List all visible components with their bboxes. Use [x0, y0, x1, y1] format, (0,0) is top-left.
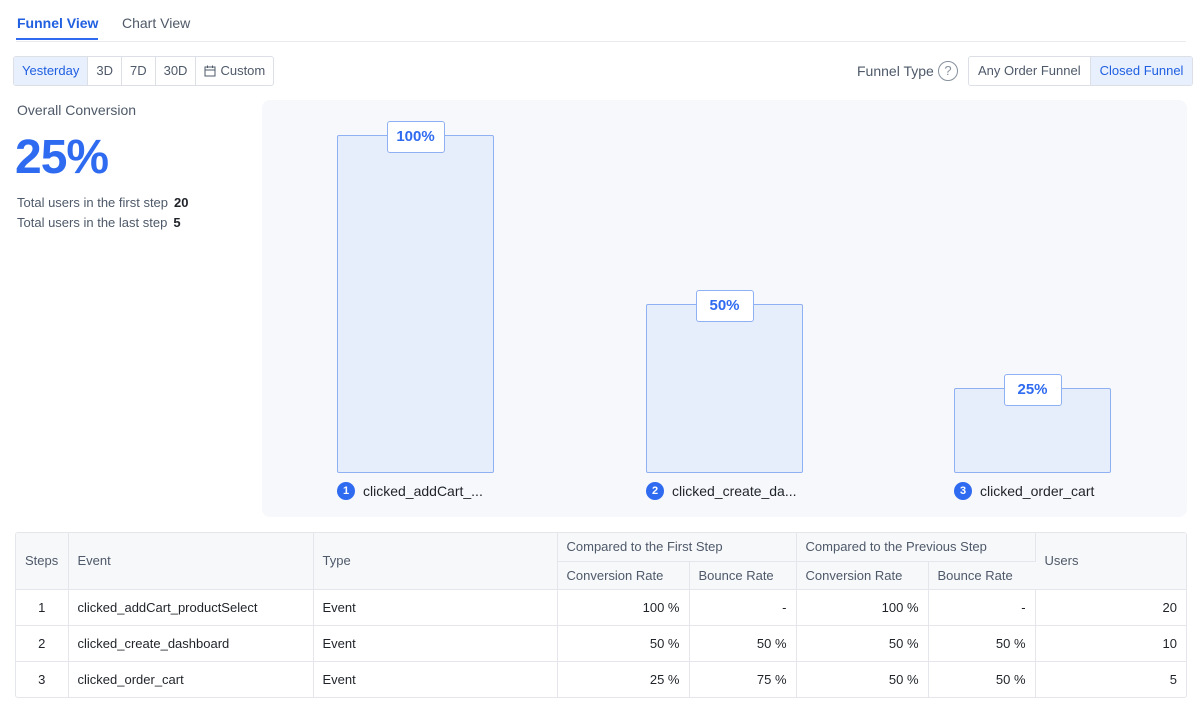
cell-event: clicked_order_cart: [68, 661, 314, 697]
funnel-chart: 100% 1 clicked_addCart_... 50% 2 clicked_crea…: [262, 100, 1187, 517]
col-first-conversion: Conversion Rate: [557, 561, 690, 590]
cell-prev-bounce: -: [928, 589, 1036, 626]
period-selector: Yesterday 3D 7D 30D Custom: [13, 56, 275, 86]
period-30d-button[interactable]: 30D: [154, 57, 196, 85]
bar-value-label: 50%: [695, 290, 754, 322]
cell-first-bounce: 50 %: [689, 625, 797, 662]
tab-funnel-view[interactable]: Funnel View: [17, 15, 98, 31]
step-number-badge: 2: [646, 482, 664, 500]
period-7d-button[interactable]: 7D: [120, 57, 155, 85]
cell-prev-conversion: 50 %: [796, 661, 929, 697]
funnel-bar-step-2[interactable]: [646, 304, 803, 473]
table-row[interactable]: 1 clicked_addCart_productSelect Event 10…: [16, 589, 1186, 626]
step-event-name: clicked_create_da...: [672, 483, 797, 499]
cell-first-conversion: 50 %: [557, 625, 690, 662]
active-tab-indicator: [16, 38, 98, 40]
cell-step: 2: [16, 625, 69, 662]
period-custom-button[interactable]: Custom: [195, 57, 273, 85]
bar-value-label: 25%: [1003, 374, 1062, 406]
first-step-users-value: 20: [174, 195, 189, 210]
last-step-users-label: Total users in the last step: [17, 215, 168, 230]
cell-first-bounce: -: [689, 589, 797, 626]
cell-first-conversion: 25 %: [557, 661, 690, 697]
any-order-funnel-button[interactable]: Any Order Funnel: [969, 57, 1090, 85]
table-row[interactable]: 2 clicked_create_dashboard Event 50 % 50…: [16, 625, 1186, 662]
cell-type: Event: [313, 589, 558, 626]
first-step-users: Total users in the first step 20: [17, 195, 188, 210]
cell-prev-conversion: 50 %: [796, 625, 929, 662]
cell-users: 5: [1169, 671, 1177, 687]
cell-step: 1: [16, 589, 69, 626]
table-row[interactable]: 3 clicked_order_cart Event 25 % 75 % 50 …: [16, 661, 1186, 697]
calendar-icon: [204, 65, 216, 77]
tab-chart-view[interactable]: Chart View: [122, 15, 190, 31]
col-first-bounce: Bounce Rate: [689, 561, 797, 590]
first-step-users-label: Total users in the first step: [17, 195, 169, 210]
funnel-type-selector: Any Order Funnel Closed Funnel: [968, 56, 1194, 86]
cell-type: Event: [313, 661, 558, 697]
group-previous-step: Compared to the Previous Step: [796, 533, 1036, 562]
step-event-name: clicked_addCart_...: [363, 483, 483, 499]
col-prev-bounce: Bounce Rate: [928, 561, 1036, 590]
last-step-users: Total users in the last step 5: [17, 215, 181, 230]
cell-step: 3: [16, 661, 69, 697]
period-custom-label: Custom: [220, 63, 266, 78]
step-number-badge: 3: [954, 482, 972, 500]
funnel-bar-step-1[interactable]: [337, 135, 494, 473]
period-3d-button[interactable]: 3D: [87, 57, 121, 85]
period-yesterday-button[interactable]: Yesterday: [14, 57, 88, 85]
cell-prev-bounce: 50 %: [928, 661, 1036, 697]
step-name-label: 2 clicked_create_da...: [646, 482, 797, 500]
col-steps: Steps: [16, 533, 69, 590]
funnel-steps-table: Steps Event Type Compared to the First S…: [15, 532, 1187, 698]
view-tabs: Funnel View Chart View: [16, 0, 1186, 42]
cell-users: 20: [1035, 589, 1186, 626]
cell-type: Event: [313, 625, 558, 662]
cell-first-conversion: 100 %: [557, 589, 690, 626]
overall-conversion-label: Overall Conversion: [17, 102, 137, 118]
closed-funnel-button[interactable]: Closed Funnel: [1089, 57, 1193, 85]
col-event: Event: [68, 533, 314, 590]
question-circle-icon[interactable]: ?: [938, 61, 958, 81]
step-event-name: clicked_order_cart: [980, 483, 1095, 499]
cell-first-bounce: 75 %: [689, 661, 797, 697]
col-users: Users: [1035, 533, 1186, 590]
funnel-type-label: Funnel Type: [857, 63, 934, 79]
cell-prev-bounce: 50 %: [928, 625, 1036, 662]
col-prev-conversion: Conversion Rate: [796, 561, 929, 590]
step-name-label: 1 clicked_addCart_...: [337, 482, 483, 500]
overall-conversion-value: 25%: [15, 131, 109, 184]
group-first-step: Compared to the First Step: [557, 533, 797, 562]
cell-prev-conversion: 100 %: [796, 589, 929, 626]
step-name-label: 3 clicked_order_cart: [954, 482, 1094, 500]
last-step-users-value: 5: [173, 215, 181, 230]
step-number-badge: 1: [337, 482, 355, 500]
col-type: Type: [313, 533, 558, 590]
cell-event: clicked_create_dashboard: [68, 625, 314, 662]
cell-users: 10: [1035, 625, 1186, 662]
bar-value-label: 100%: [386, 121, 445, 153]
cell-event: clicked_addCart_productSelect: [68, 589, 314, 626]
